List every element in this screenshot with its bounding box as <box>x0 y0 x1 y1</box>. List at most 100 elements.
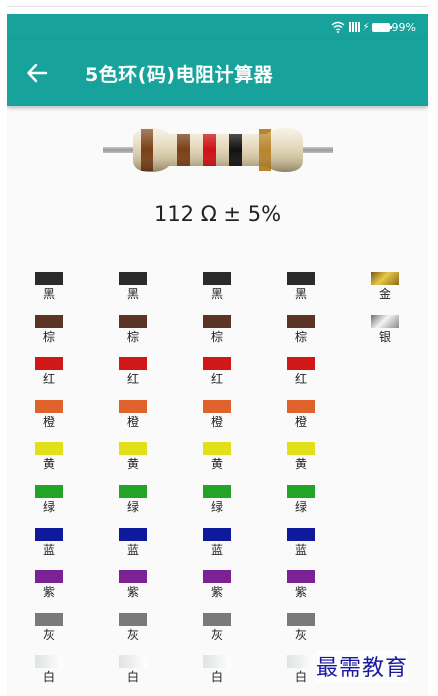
band1-yellow-option[interactable]: 黄 <box>29 442 69 471</box>
multiplier-black-option[interactable]: 黑 <box>281 272 321 301</box>
multiplier-green-option[interactable]: 绿 <box>281 485 321 514</box>
color-label: 绿 <box>126 500 139 514</box>
white-swatch <box>35 655 63 669</box>
color-label: 蓝 <box>126 542 139 557</box>
color-label: 白 <box>42 670 55 685</box>
gray-swatch <box>203 612 231 626</box>
red-swatch <box>287 357 315 371</box>
band3-brown-option[interactable]: 棕 <box>197 314 237 344</box>
color-label: 灰 <box>294 627 307 642</box>
band2-white-option[interactable]: 白 <box>113 655 153 684</box>
yellow-swatch <box>119 442 147 456</box>
color-label: 黑 <box>294 287 307 301</box>
app-bar: 5色环(码)电阻计算器 <box>7 40 428 106</box>
green-swatch <box>119 485 147 498</box>
red-swatch <box>35 357 63 371</box>
band1-green-option[interactable]: 绿 <box>29 485 69 514</box>
band1-purple-option[interactable]: 紫 <box>29 570 69 599</box>
black-swatch <box>119 272 147 285</box>
color-label: 银 <box>378 329 391 344</box>
multiplier-purple-option[interactable]: 紫 <box>281 570 321 599</box>
band1-white-option[interactable]: 白 <box>29 655 69 684</box>
band1-gray-option[interactable]: 灰 <box>29 612 69 642</box>
band3-black-option[interactable]: 黑 <box>197 272 237 301</box>
purple-swatch <box>35 570 63 584</box>
purple-swatch <box>287 570 315 584</box>
color-label: 灰 <box>126 627 139 642</box>
band2-purple-option[interactable]: 紫 <box>113 570 153 599</box>
multiplier-orange-option[interactable]: 橙 <box>281 399 321 429</box>
multiplier-yellow-option[interactable]: 黄 <box>281 442 321 471</box>
band2-blue-option[interactable]: 蓝 <box>113 527 153 557</box>
band1-red-option[interactable]: 红 <box>29 357 69 386</box>
blue-swatch <box>203 527 231 541</box>
multiplier-white-option[interactable]: 白 <box>281 655 321 684</box>
multiplier-gray-option[interactable]: 灰 <box>281 612 321 642</box>
band2-gray-option[interactable]: 灰 <box>113 612 153 642</box>
blue-swatch <box>35 527 63 541</box>
tolerance-silver-option[interactable]: 银 <box>365 314 405 344</box>
white-swatch <box>287 655 315 669</box>
band2-brown-option[interactable]: 棕 <box>113 314 153 344</box>
band1-blue-option[interactable]: 蓝 <box>29 527 69 557</box>
multiplier-brown-option[interactable]: 棕 <box>281 314 321 344</box>
arrow-left-icon <box>27 63 48 83</box>
color-label: 橙 <box>42 414 55 429</box>
color-label: 紫 <box>294 585 307 600</box>
color-label: 白 <box>126 670 139 685</box>
white-swatch <box>203 655 231 669</box>
band3-white-option[interactable]: 白 <box>197 655 237 684</box>
color-label: 红 <box>126 372 139 387</box>
band3-red-option[interactable]: 红 <box>197 357 237 386</box>
band2-orange-option[interactable]: 橙 <box>113 399 153 429</box>
band2-black-option[interactable]: 黑 <box>113 272 153 301</box>
band3-green-option[interactable]: 绿 <box>197 485 237 514</box>
color-label: 绿 <box>294 500 307 514</box>
color-label: 红 <box>42 372 55 387</box>
yellow-swatch <box>287 442 315 456</box>
blue-swatch <box>119 527 147 541</box>
resistor-illustration <box>103 128 333 172</box>
color-label: 黄 <box>126 457 139 472</box>
band3-yellow-option[interactable]: 黄 <box>197 442 237 471</box>
band3-gray-option[interactable]: 灰 <box>197 612 237 642</box>
band1-black-option[interactable]: 黑 <box>29 272 69 301</box>
color-label: 蓝 <box>210 542 223 557</box>
back-button[interactable] <box>7 40 67 106</box>
band2-yellow-option[interactable]: 黄 <box>113 442 153 471</box>
white-swatch <box>119 655 147 669</box>
purple-swatch <box>203 570 231 584</box>
multiplier-blue-option[interactable]: 蓝 <box>281 527 321 557</box>
color-label: 灰 <box>42 627 55 642</box>
green-swatch <box>287 485 315 498</box>
resistor-lead-left <box>103 147 133 153</box>
orange-swatch <box>35 399 63 413</box>
yellow-swatch <box>35 442 63 456</box>
color-label: 白 <box>210 670 223 685</box>
brown-swatch <box>119 314 147 328</box>
brown-swatch <box>287 314 315 328</box>
color-label: 黄 <box>210 457 223 472</box>
blue-swatch <box>287 527 315 541</box>
color-label: 黑 <box>42 287 55 301</box>
wifi-icon <box>331 21 344 33</box>
color-label: 金 <box>378 287 391 301</box>
tolerance-gold-option[interactable]: 金 <box>365 272 405 301</box>
color-label: 黄 <box>42 457 55 472</box>
purple-swatch <box>119 570 147 584</box>
multiplier-red-option[interactable]: 红 <box>281 357 321 386</box>
band3-orange-option[interactable]: 橙 <box>197 399 237 429</box>
brown-swatch <box>203 314 231 328</box>
red-swatch <box>203 357 231 371</box>
band1-brown-option[interactable]: 棕 <box>29 314 69 344</box>
silver-swatch <box>371 314 399 328</box>
band1-orange-option[interactable]: 橙 <box>29 399 69 429</box>
band3-blue-option[interactable]: 蓝 <box>197 527 237 557</box>
color-label: 橙 <box>210 414 223 429</box>
color-label: 棕 <box>42 329 55 344</box>
band2-red-option[interactable]: 红 <box>113 357 153 386</box>
band2-green-option[interactable]: 绿 <box>113 485 153 514</box>
color-label: 绿 <box>210 500 223 514</box>
red-swatch <box>119 357 147 371</box>
band3-purple-option[interactable]: 紫 <box>197 570 237 599</box>
